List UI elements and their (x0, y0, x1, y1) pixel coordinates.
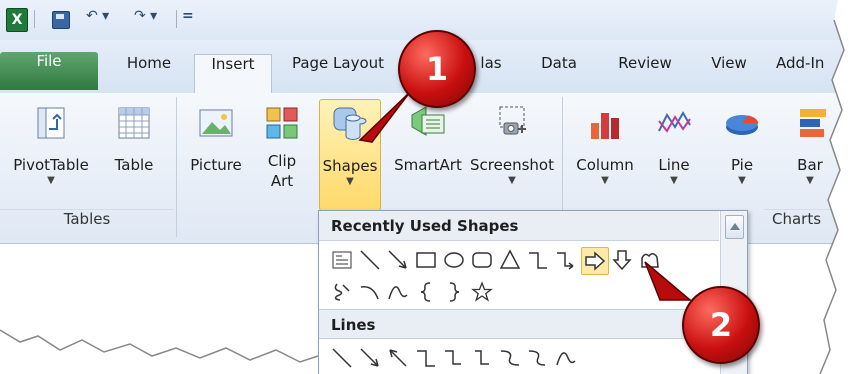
callout-1: 1 (398, 30, 476, 108)
excel-window: X ↶ ▾ ↷ ▾ = File Home Insert Page Layout… (0, 0, 849, 374)
callout-2: 2 (682, 286, 760, 364)
